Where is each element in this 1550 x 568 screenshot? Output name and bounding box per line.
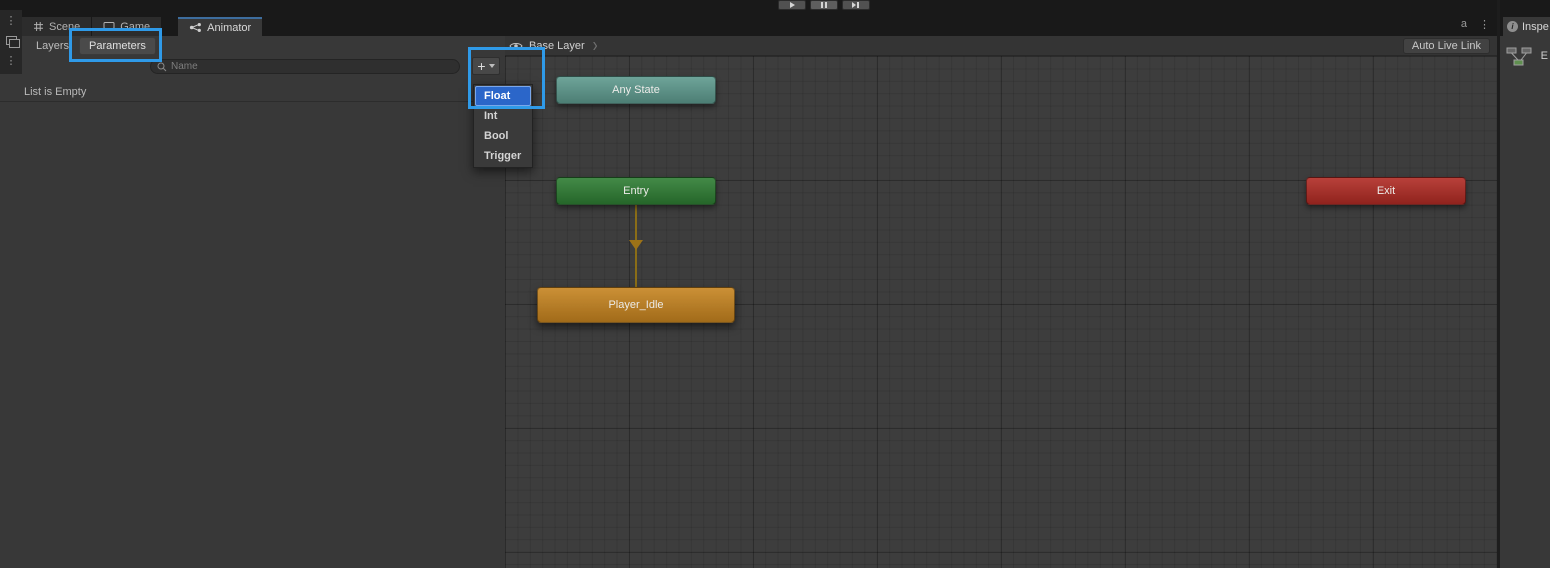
node-any-state[interactable]: Any State xyxy=(556,76,716,104)
editor-tab-bar: Scene Game Animator a ⋮ xyxy=(22,10,1497,36)
dropdown-item-float[interactable]: Float xyxy=(475,86,531,106)
transition-arrowhead-icon[interactable] xyxy=(629,240,643,250)
add-parameter-button[interactable]: + xyxy=(472,57,500,75)
tab-inspector[interactable]: i Inspe xyxy=(1503,17,1550,36)
step-icon xyxy=(857,2,859,8)
tab-layers[interactable]: Layers xyxy=(36,40,69,52)
inspector-partial-label: E xyxy=(1541,50,1548,62)
dropdown-item-bool[interactable]: Bool xyxy=(475,126,531,146)
state-machine-canvas[interactable]: Base Layer › Auto Live Link Any State En… xyxy=(505,36,1497,568)
dropdown-item-trigger[interactable]: Trigger xyxy=(475,146,531,166)
parameters-panel-header: Layers Parameters xyxy=(0,36,505,56)
transport-controls xyxy=(778,0,870,10)
breadcrumb-base-layer[interactable]: Base Layer › xyxy=(505,37,602,54)
dropdown-item-int[interactable]: Int xyxy=(475,106,531,126)
left-icon-strip: ⋮ ⋮ xyxy=(0,10,22,74)
search-input[interactable] xyxy=(171,61,453,72)
eye-icon[interactable] xyxy=(509,41,523,51)
game-icon xyxy=(103,21,115,32)
scene-grid-icon xyxy=(33,21,44,32)
tab-scene[interactable]: Scene xyxy=(22,17,91,36)
inspector-tab-label: Inspe xyxy=(1522,21,1549,33)
search-icon xyxy=(157,62,167,72)
play-button[interactable] xyxy=(778,0,806,10)
inspector-body: E xyxy=(1500,36,1550,568)
node-exit[interactable]: Exit xyxy=(1306,177,1466,205)
parameters-panel: Layers Parameters + List is Empty xyxy=(0,36,505,568)
pause-button[interactable] xyxy=(810,0,838,10)
top-toolbar xyxy=(0,0,1550,10)
node-entry[interactable]: Entry xyxy=(556,177,716,205)
inspector-tab-row: i Inspe xyxy=(1500,10,1550,36)
step-icon xyxy=(852,2,856,8)
parameter-type-dropdown: Float Int Bool Trigger xyxy=(473,84,533,168)
unity-animator-window: ⋮ ⋮ Scene Game Animator a ⋮ Layers xyxy=(0,0,1550,568)
inspector-panel: i Inspe E xyxy=(1500,10,1550,568)
tab-group: Scene Game Animator xyxy=(22,10,1497,36)
node-player-idle[interactable]: Player_Idle xyxy=(537,287,735,323)
window-controls: a ⋮ xyxy=(1461,18,1490,31)
panel-divider xyxy=(0,101,505,102)
caret-down-icon xyxy=(489,64,495,68)
tab-game-label: Game xyxy=(120,21,150,33)
tab-animator-label: Animator xyxy=(207,22,251,34)
tab-parameters[interactable]: Parameters xyxy=(79,37,156,55)
tab-animator[interactable]: Animator xyxy=(178,17,262,36)
kebab-menu-icon[interactable]: ⋮ xyxy=(0,50,22,70)
dock-icon xyxy=(6,36,17,45)
pause-icon xyxy=(825,2,827,8)
breadcrumb-label: Base Layer xyxy=(529,40,585,52)
breadcrumb-chevron-icon: › xyxy=(593,34,598,57)
info-icon: i xyxy=(1507,21,1518,32)
pause-icon xyxy=(821,2,823,8)
tab-scene-label: Scene xyxy=(49,21,80,33)
plus-icon: + xyxy=(477,59,485,73)
breadcrumb-bar: Base Layer › Auto Live Link xyxy=(505,36,1497,56)
step-button[interactable] xyxy=(842,0,870,10)
tab-game[interactable]: Game xyxy=(92,17,161,36)
dock-icon[interactable] xyxy=(0,30,22,50)
kebab-menu-icon[interactable]: ⋮ xyxy=(0,10,22,30)
lock-icon[interactable]: a xyxy=(1461,18,1467,31)
window-menu-icon[interactable]: ⋮ xyxy=(1479,18,1490,31)
animator-controller-icon xyxy=(1506,46,1532,68)
parameter-search-field[interactable] xyxy=(150,59,460,74)
auto-live-link-button[interactable]: Auto Live Link xyxy=(1403,38,1490,54)
play-icon xyxy=(790,2,795,8)
empty-list-label: List is Empty xyxy=(24,86,86,98)
animator-icon xyxy=(189,22,202,33)
